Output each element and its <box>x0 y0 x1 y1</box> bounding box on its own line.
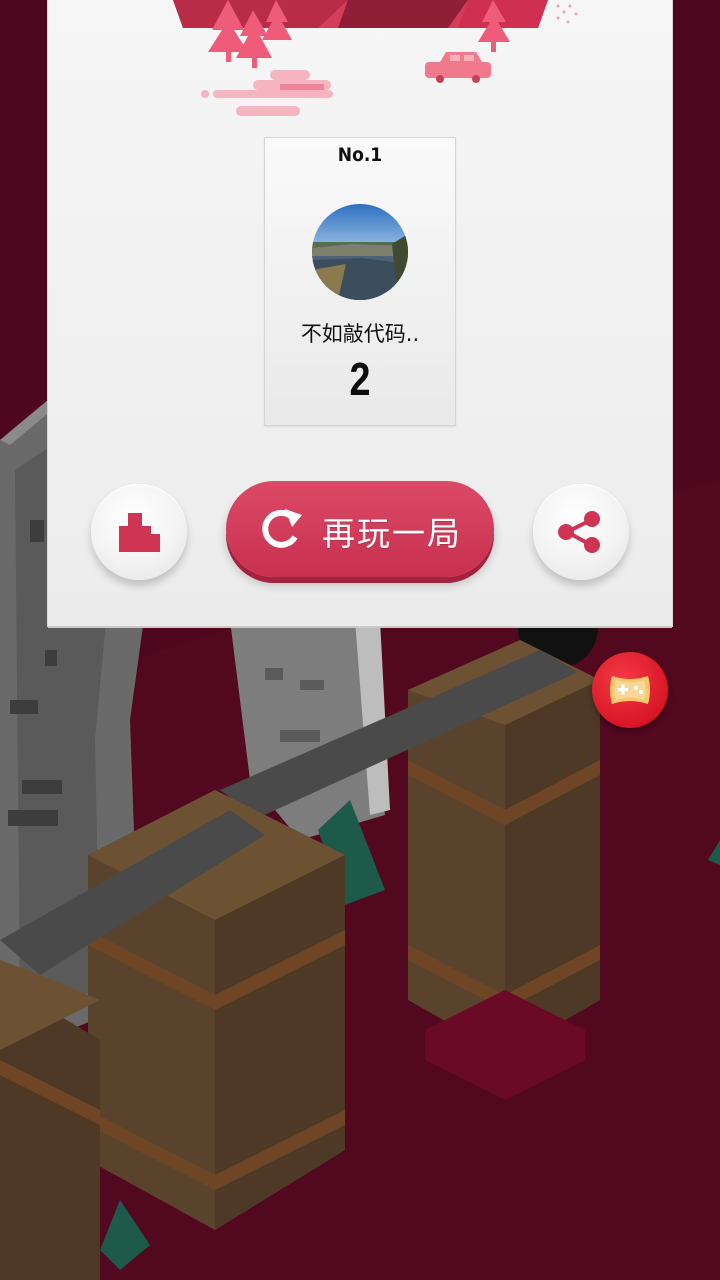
replay-label: 再玩一局 <box>322 514 462 553</box>
rank-label: No.1 <box>337 144 383 166</box>
player-avatar <box>312 204 408 300</box>
leaderboard-button[interactable] <box>91 484 187 580</box>
landscape-photo-icon <box>312 204 408 300</box>
car-illustration <box>425 52 491 83</box>
header-illustration <box>173 0 578 116</box>
player-score: 2 <box>349 353 371 405</box>
result-panel: No.1 不如敲代码.. 2 再玩一局 <box>48 0 672 626</box>
share-button[interactable] <box>533 484 629 580</box>
gamepad-icon <box>610 676 650 704</box>
rank-card: No.1 不如敲代码.. 2 <box>264 137 456 426</box>
player-name: 不如敲代码.. <box>300 322 420 346</box>
game-stage: No.1 不如敲代码.. 2 再玩一局 <box>0 0 720 1280</box>
replay-arrow-icon <box>262 509 302 548</box>
game-center-button[interactable] <box>592 652 668 728</box>
leaderboard-blocks-icon <box>119 513 160 552</box>
replay-button[interactable]: 再玩一局 <box>226 481 494 577</box>
share-icon <box>558 511 600 553</box>
